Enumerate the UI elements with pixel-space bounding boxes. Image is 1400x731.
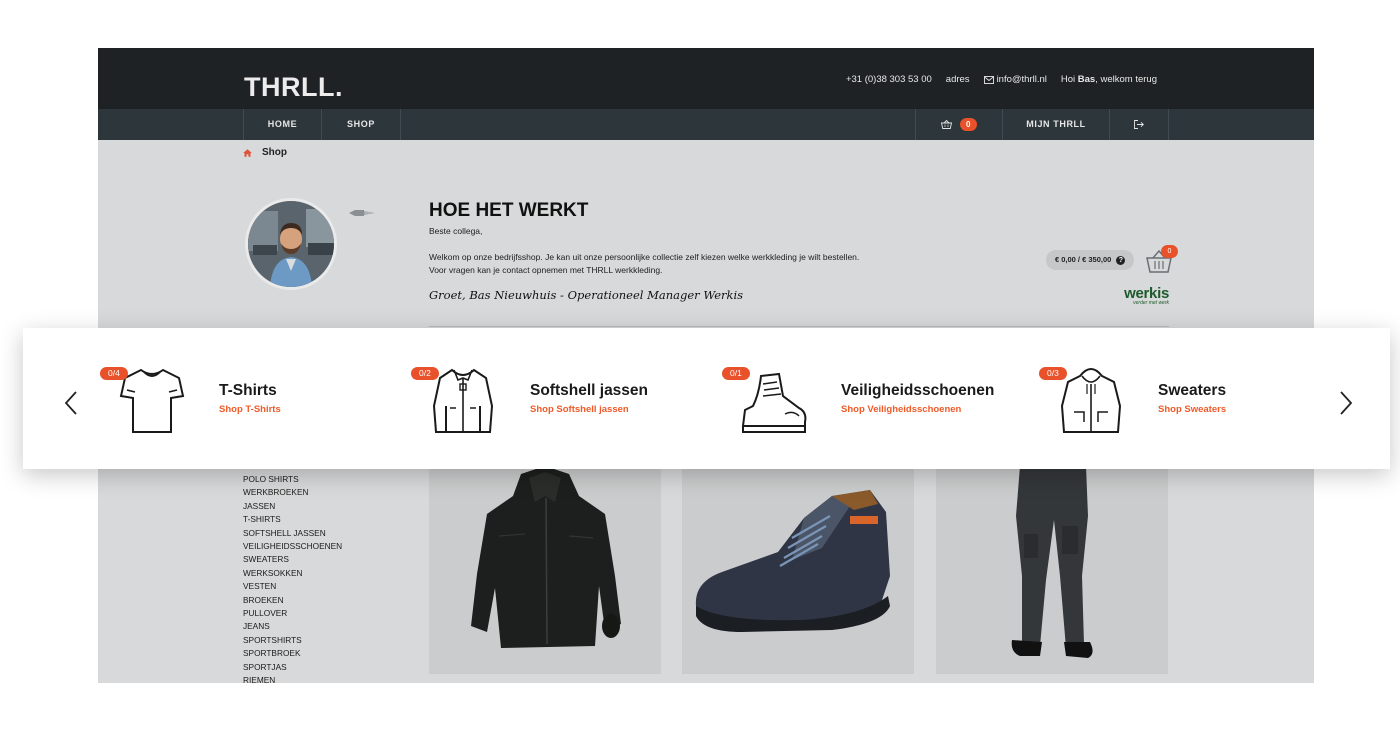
category-link[interactable]: SWEATERS [243, 553, 342, 566]
product-card-trousers[interactable] [936, 456, 1168, 674]
logout-button[interactable] [1110, 109, 1168, 140]
intro-title: HOE HET WERKT [429, 200, 589, 221]
category-link[interactable]: SOFTSHELL JASSEN [243, 527, 342, 540]
user-name: Bas [1077, 74, 1096, 85]
category-count-badge: 0/2 [411, 367, 439, 380]
category-link[interactable]: PULLOVER [243, 607, 342, 620]
werkis-logo: werkis verder met werk [1120, 285, 1169, 306]
category-sidebar: POLO SHIRTS WERKBROEKEN JASSEN T-SHIRTS … [243, 473, 342, 683]
category-link[interactable]: POLO SHIRTS [243, 473, 342, 486]
category-count-badge: 0/3 [1039, 367, 1067, 380]
category-shop-link[interactable]: Shop T-Shirts [219, 404, 281, 415]
category-link[interactable]: SPORTSHIRTS [243, 634, 342, 647]
category-shop-link[interactable]: Shop Softshell jassen [530, 404, 629, 415]
nav-divider [400, 109, 401, 140]
category-title: Softshell jassen [530, 382, 649, 399]
welcome-message: Hoi Bas, welkom terug [1061, 74, 1157, 85]
site-logo[interactable]: THRLL. [244, 72, 343, 103]
boot-icon [741, 372, 807, 433]
email-link[interactable]: info@thrll.nl [983, 74, 1047, 85]
category-card-shoes[interactable]: 0/1 Veiligheidsschoenen Shop Veiligheids… [722, 366, 1031, 436]
breadcrumb-current: Shop [262, 147, 287, 158]
category-link[interactable]: RIEMEN [243, 674, 342, 683]
help-icon[interactable]: ? [1116, 256, 1126, 265]
intro-body: Welkom op onze bedrijfsshop. Je kan uit … [429, 252, 860, 275]
drill-icon [349, 210, 375, 216]
category-link[interactable]: SPORTBROEK [243, 647, 342, 660]
main-nav: HOME SHOP 0 MIJN THRLL [98, 109, 1314, 140]
nav-cart[interactable]: 0 [916, 109, 1002, 140]
intro-greeting: Beste collega, [429, 226, 483, 236]
category-link[interactable]: WERKBROEKEN [243, 486, 342, 499]
jacket-icon [432, 368, 494, 433]
phone-link[interactable]: +31 (0)38 303 53 00 [846, 74, 932, 85]
category-link[interactable]: SPORTJAS [243, 661, 342, 674]
category-link[interactable]: BROEKEN [243, 594, 342, 607]
category-link[interactable]: VESTEN [243, 580, 342, 593]
screenshot-stage: THRLL. +31 (0)38 303 53 00 adres info@th… [0, 0, 1400, 731]
work-trousers-image [1011, 466, 1093, 658]
category-title: Sweaters [1158, 382, 1227, 399]
product-card-softshell[interactable] [429, 456, 661, 674]
product-card-shoe[interactable] [682, 456, 914, 674]
top-bar: THRLL. +31 (0)38 303 53 00 adres info@th… [98, 48, 1314, 109]
carousel-prev-arrow[interactable] [63, 390, 79, 416]
category-link[interactable]: T-SHIRTS [243, 513, 342, 526]
greeting-suffix: , welkom terug [1095, 74, 1157, 85]
category-count-badge: 0/4 [100, 367, 128, 380]
nav-divider [1168, 109, 1169, 140]
hoodie-icon [1060, 368, 1122, 433]
category-link[interactable]: WERKSOKKEN [243, 567, 342, 580]
intro-signature: Groet, Bas Nieuwhuis - Operationeel Mana… [429, 288, 744, 302]
section-divider [429, 326, 1169, 327]
budget-text: € 0,00 / € 350,00 [1055, 255, 1112, 264]
email-text: info@thrll.nl [996, 74, 1047, 85]
category-card-tshirts[interactable]: 0/4 T-Shirts Shop T-Shirts [100, 366, 369, 436]
mail-icon [983, 75, 994, 84]
category-count-badge: 0/1 [722, 367, 750, 380]
category-title: T-Shirts [219, 382, 277, 399]
category-link[interactable]: JASSEN [243, 500, 342, 513]
category-shop-link[interactable]: Shop Sweaters [1158, 404, 1226, 415]
tshirt-icon [119, 368, 185, 433]
category-link[interactable]: VEILIGHEIDSSCHOENEN [243, 540, 342, 553]
top-contact-bar: +31 (0)38 303 53 00 adres info@thrll.nl … [846, 74, 1157, 85]
manager-photo [248, 201, 334, 287]
safety-shoe-image [695, 490, 890, 632]
softshell-jacket-image [471, 466, 621, 648]
category-carousel: 0/4 T-Shirts Shop T-Shirts 0/2 Softshell… [23, 328, 1390, 469]
avatar [245, 198, 337, 290]
greeting-prefix: Hoi [1060, 74, 1076, 85]
home-icon[interactable] [243, 148, 252, 157]
nav-home[interactable]: HOME [244, 109, 321, 140]
basket-count-badge: 0 [1161, 245, 1178, 258]
category-card-softshell[interactable]: 0/2 Softshell jassen Shop Softshell jass… [411, 366, 680, 436]
category-title: Veiligheidsschoenen [841, 382, 995, 399]
breadcrumb: Shop [243, 147, 287, 158]
nav-account[interactable]: MIJN THRLL [1003, 109, 1109, 140]
address-link[interactable]: adres [946, 74, 970, 85]
category-link[interactable]: JEANS [243, 620, 342, 633]
budget-indicator[interactable]: € 0,00 / € 350,00 ? [1046, 250, 1135, 270]
nav-shop[interactable]: SHOP [322, 109, 400, 140]
category-card-sweaters[interactable]: 0/3 Sweaters Shop Sweaters [1039, 366, 1288, 436]
category-shop-link[interactable]: Shop Veiligheidsschoenen [841, 404, 961, 415]
cart-count-badge: 0 [960, 118, 978, 132]
basket-icon [940, 119, 952, 130]
logout-icon [1134, 120, 1144, 130]
carousel-next-arrow[interactable] [1338, 390, 1354, 416]
